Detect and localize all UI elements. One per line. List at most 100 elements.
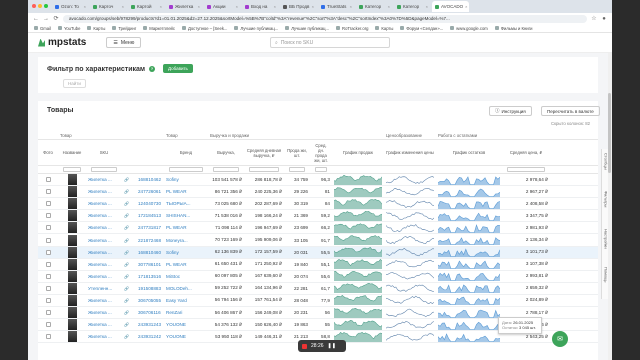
stock-sparkline[interactable] [438, 235, 500, 246]
product-photo[interactable] [67, 282, 77, 294]
close-tab-icon[interactable]: × [388, 4, 390, 9]
table-row[interactable]: Жилетка ... 🔗 171813516 MiStoc 60 097 805 ₽ 1… [38, 270, 598, 283]
column-filter-input[interactable] [507, 167, 545, 172]
link-icon[interactable]: 🔗 [122, 238, 136, 243]
link-icon[interactable]: 🔗 [122, 262, 136, 267]
column-header[interactable]: Бренд [164, 150, 208, 155]
price-sparkline[interactable] [386, 187, 434, 197]
close-tab-icon[interactable]: × [122, 4, 124, 9]
sales-sparkline[interactable] [334, 223, 382, 233]
close-tab-icon[interactable]: × [350, 4, 352, 9]
stock-sparkline[interactable] [438, 295, 500, 306]
column-header[interactable]: Прода жи, шт. [284, 148, 310, 158]
sku-link[interactable]: 171813516 [136, 274, 164, 279]
stock-sparkline[interactable] [438, 332, 500, 342]
stock-sparkline[interactable] [438, 223, 500, 233]
link-icon[interactable]: 🔗 [122, 213, 136, 218]
help-icon[interactable]: ? [149, 66, 156, 73]
bookmark-item[interactable]: Фильмы и Книги [494, 26, 532, 31]
table-row[interactable]: Жилетка ... 🔗 124040730 TЫОРЫА... 73 025 680… [38, 198, 598, 211]
product-name-link[interactable]: Жилетка ... [86, 189, 122, 194]
sales-sparkline[interactable] [334, 283, 382, 294]
product-photo[interactable] [67, 246, 77, 258]
product-photo[interactable] [67, 234, 77, 246]
stock-sparkline[interactable] [438, 259, 500, 270]
search-input[interactable]: ⌕ Поиск по SKU [270, 37, 390, 48]
stock-sparkline[interactable] [438, 199, 500, 209]
table-row[interactable]: Жилетка ... 🔗 307786101 PL WEAR 61 650 431 ₽… [38, 258, 598, 271]
sales-sparkline[interactable] [334, 307, 382, 318]
sku-link[interactable]: 306706116 [136, 310, 164, 315]
product-name-link[interactable]: Жилетка ... [86, 274, 122, 279]
row-checkbox[interactable] [45, 249, 51, 255]
product-name-link[interactable]: Жилетка ... [86, 334, 122, 339]
sku-link[interactable]: 243931243 [136, 322, 164, 327]
stock-sparkline[interactable] [438, 320, 500, 330]
sales-sparkline[interactable] [334, 247, 382, 258]
browser-tab[interactable]: Категор × [356, 1, 393, 12]
add-filter-button[interactable]: Добавить [163, 64, 193, 73]
link-icon[interactable]: 🔗 [122, 201, 136, 206]
brand-link[interactable]: TЫОРЫА... [164, 201, 208, 206]
logo[interactable]: mpstats [38, 37, 86, 48]
link-icon[interactable]: 🔗 [122, 177, 136, 182]
price-sparkline[interactable] [386, 235, 434, 245]
product-name-link[interactable]: Жилетка ... [86, 177, 122, 182]
close-tab-icon[interactable]: × [426, 4, 428, 9]
product-name-link[interactable]: Жилетка ... [86, 322, 122, 327]
bookmark-item[interactable]: Маркетплейс [143, 26, 175, 31]
profile-icon[interactable]: ● [601, 16, 607, 22]
brand-link[interactable]: SHISHAN... [164, 213, 208, 218]
close-tab-icon[interactable]: × [465, 4, 467, 9]
maximize-window-icon[interactable] [44, 4, 48, 8]
sku-link[interactable]: 247726061 [136, 189, 164, 194]
product-name-link[interactable]: Жилетка ... [86, 213, 122, 218]
product-photo[interactable] [67, 222, 77, 234]
row-checkbox[interactable] [45, 334, 51, 340]
price-sparkline[interactable] [386, 295, 434, 305]
link-icon[interactable]: 🔗 [122, 250, 136, 255]
stock-sparkline[interactable] [438, 211, 500, 221]
minimize-window-icon[interactable] [38, 4, 42, 8]
sales-sparkline[interactable] [334, 295, 382, 306]
column-header[interactable]: График изменения цены [384, 150, 436, 155]
table-row[interactable]: Жилетка ... 🔗 247731817 PL WEAR 71 098 114 ₽… [38, 222, 598, 235]
column-header[interactable]: Средняя дневная выручка, ₽ [244, 148, 284, 158]
brand-link[interactable]: YOUONE [164, 334, 208, 339]
sku-link[interactable]: 221872468 [136, 238, 164, 243]
sales-sparkline[interactable] [334, 186, 382, 197]
sku-link[interactable]: 243931242 [136, 334, 164, 339]
bookmark-item[interactable]: Лучшие публикац... [285, 26, 329, 31]
product-photo[interactable] [67, 258, 77, 270]
browser-tab[interactable]: Категор × [394, 1, 431, 12]
table-row[interactable]: Жилетка ... 🔗 172184513 SHISHAN... 71 538 01… [38, 210, 598, 223]
row-checkbox[interactable] [45, 177, 51, 183]
column-filter-input[interactable] [213, 167, 239, 172]
stock-sparkline[interactable] [438, 283, 500, 294]
column-header[interactable]: Сред. дн. прода жи, шт. [310, 143, 332, 163]
browser-tab[interactable]: Жилетка × [166, 1, 203, 12]
product-photo[interactable] [67, 294, 77, 306]
close-tab-icon[interactable]: × [236, 4, 238, 9]
table-row[interactable]: Жилетка ... 🔗 306705055 Easy Yard 56 794 156… [38, 294, 598, 308]
sales-sparkline[interactable] [334, 210, 382, 221]
column-filter-input[interactable] [91, 167, 117, 172]
row-checkbox[interactable] [45, 273, 51, 279]
browser-tab[interactable]: Вход на × [242, 1, 279, 12]
sales-sparkline[interactable] [334, 174, 382, 185]
product-name-link[interactable]: Жилетка ... [86, 201, 122, 206]
forward-icon[interactable]: → [43, 16, 49, 22]
bookmark-item[interactable]: Карты [375, 26, 393, 31]
link-icon[interactable]: 🔗 [122, 286, 136, 291]
sales-sparkline[interactable] [334, 259, 382, 270]
sku-link[interactable]: 172184513 [136, 213, 164, 218]
star-icon[interactable]: ☆ [591, 15, 597, 22]
pause-icon[interactable]: ❚❚ [328, 343, 336, 349]
scrollbar-thumb[interactable] [608, 93, 611, 173]
brand-link[interactable]: MOLODeh... [164, 286, 208, 291]
bookmark-item[interactable]: Форум «Селдан»... [400, 26, 443, 31]
product-photo[interactable] [67, 174, 77, 186]
sku-link[interactable]: 168810460 [136, 250, 164, 255]
brand-link[interactable]: YOUONE [164, 322, 208, 327]
url-field[interactable]: avocado.com/groups/seb/978299/products?d… [63, 14, 587, 23]
